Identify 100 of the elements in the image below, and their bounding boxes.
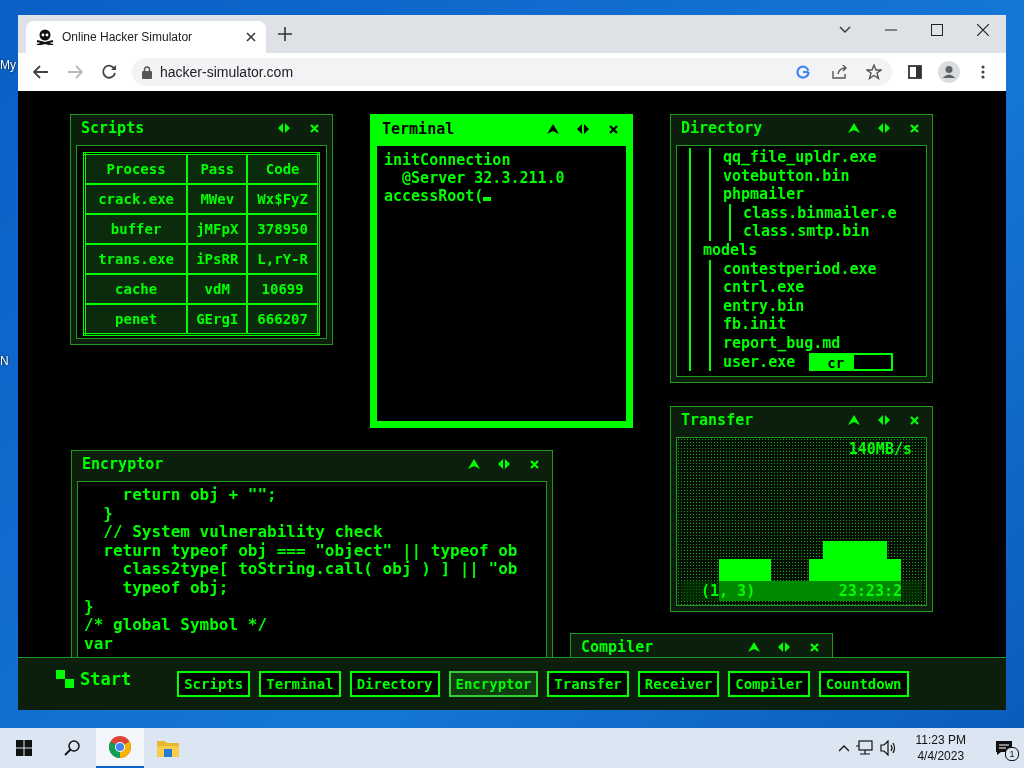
resize-icon[interactable] <box>878 123 890 133</box>
google-icon[interactable] <box>796 65 810 79</box>
window-title: Directory <box>681 119 764 137</box>
address-bar[interactable]: hacker-simulator.com <box>132 58 892 86</box>
collapse-icon[interactable] <box>468 459 480 469</box>
taskbar-button[interactable]: Scripts <box>177 671 251 697</box>
code-line: var <box>84 634 114 654</box>
resize-icon[interactable] <box>577 124 589 134</box>
close-icon[interactable] <box>608 124 618 134</box>
chevron-down-icon[interactable] <box>839 26 851 34</box>
code-line: } <box>84 597 95 617</box>
table-cell: jMFpX <box>187 214 248 244</box>
tree-item[interactable]: contestperiod.exe <box>723 259 877 279</box>
code-line: typeof obj; <box>121 578 230 598</box>
table-cell: GErgI <box>187 304 248 335</box>
table-cell: cache <box>84 274 188 304</box>
table-cell: 10699 <box>247 274 319 304</box>
profile-icon[interactable] <box>938 61 960 83</box>
tree-item[interactable]: class.smtp.bin <box>743 222 870 241</box>
column-header: Pass <box>187 153 248 184</box>
folder-icon[interactable] <box>157 739 179 757</box>
reload-icon[interactable] <box>101 64 117 80</box>
terminal-line: initConnection <box>384 151 512 169</box>
tree-item[interactable]: qq_file_upldr.exe <box>723 148 877 167</box>
table-cell: iPsRR <box>187 244 248 274</box>
coordinate-readout: (1, 3) <box>701 582 756 600</box>
clock-time[interactable]: 11:23 PM <box>915 732 966 748</box>
tree-item[interactable]: phpmailer <box>723 185 805 204</box>
collapse-icon[interactable] <box>848 123 860 133</box>
browser-tab[interactable]: Online Hacker Simulator <box>26 21 266 53</box>
tree-item[interactable]: cntrl.exe <box>723 278 805 297</box>
search-icon[interactable] <box>64 740 80 756</box>
speaker-icon[interactable] <box>879 740 898 756</box>
taskbar-button[interactable]: Compiler <box>728 671 810 697</box>
tree-item[interactable]: class.binmailer.e <box>743 203 897 223</box>
window-title: Encryptor <box>82 455 165 473</box>
desktop-icon-label[interactable]: My <box>0 58 16 72</box>
taskbar-button[interactable]: Directory <box>349 671 440 697</box>
taskbar-button[interactable]: Countdown <box>818 671 909 697</box>
menu-icon[interactable] <box>981 65 985 79</box>
window-title: Scripts <box>81 119 146 137</box>
resize-icon[interactable] <box>778 642 790 652</box>
close-icon[interactable] <box>977 24 989 36</box>
side-panel-icon[interactable] <box>908 65 922 79</box>
back-arrow-icon[interactable] <box>33 65 49 79</box>
windows-logo-icon[interactable] <box>16 740 32 756</box>
table-cell: vdM <box>187 274 248 304</box>
maximize-icon[interactable] <box>931 24 943 36</box>
checker-icon <box>56 670 74 688</box>
tree-item[interactable]: report_bug.md <box>723 333 841 353</box>
tree-item[interactable]: votebutton.bin <box>723 166 850 186</box>
column-header: Process <box>84 153 188 184</box>
time-readout: 23:23:2 <box>838 582 902 600</box>
tree-item[interactable]: user.exe <box>723 352 796 372</box>
close-icon[interactable] <box>246 32 256 42</box>
tree-item[interactable]: models <box>703 240 758 260</box>
taskbar-button[interactable]: Receiver <box>637 671 720 697</box>
window-title: Transfer <box>681 411 755 429</box>
clock-date[interactable]: 4/4/2023 <box>917 748 965 764</box>
notification-count: 1 <box>1005 747 1019 761</box>
code-line: return typeof obj === "object" || typeof ob <box>102 541 519 561</box>
taskbar-button[interactable]: Encryptor <box>448 671 539 697</box>
table-cell: penet <box>84 304 188 335</box>
table-cell: MWev <box>187 184 248 214</box>
skull-icon <box>36 29 54 45</box>
collapse-icon[interactable] <box>547 124 559 134</box>
code-line: // System vulnerability check <box>102 523 384 542</box>
column-header: Code <box>247 153 319 184</box>
network-icon[interactable] <box>855 740 874 756</box>
start-button[interactable]: Start <box>56 669 132 689</box>
taskbar-button[interactable]: Transfer <box>547 671 629 697</box>
progress-label: cr <box>827 353 845 373</box>
resize-icon[interactable] <box>878 415 890 425</box>
collapse-icon[interactable] <box>748 642 760 652</box>
window-title: Compiler <box>581 638 655 656</box>
code-line: } <box>102 504 114 524</box>
code-line: return obj + ""; <box>121 486 278 505</box>
table-cell: trans.exe <box>84 244 188 274</box>
collapse-icon[interactable] <box>848 415 860 425</box>
lock-icon <box>142 65 152 79</box>
terminal-line: accessRoot( <box>384 187 619 205</box>
resize-icon[interactable] <box>498 459 510 469</box>
tree-item[interactable]: fb.init <box>723 315 787 334</box>
chrome-icon[interactable] <box>108 735 132 759</box>
table-cell: Wx$FyZ <box>247 184 319 214</box>
table-cell: 666207 <box>247 304 319 335</box>
table-cell: L,rY-R <box>247 244 319 274</box>
code-line: class2type[ toString.call( obj ) ] || "ob <box>121 560 519 579</box>
transfer-rate: 140MB/s <box>848 440 912 458</box>
window-title: Terminal <box>382 120 456 138</box>
taskbar-button[interactable]: Terminal <box>259 671 341 697</box>
chevron-up-icon[interactable] <box>837 744 850 752</box>
code-line: /* global Symbol */ <box>84 616 269 635</box>
new-tab-icon[interactable] <box>278 27 292 41</box>
share-icon[interactable] <box>832 65 848 79</box>
tree-item[interactable]: entry.bin <box>723 296 805 316</box>
terminal-line: @Server 32.3.211.0 <box>401 169 566 187</box>
desktop-icon-label[interactable]: N <box>0 354 9 368</box>
resize-icon[interactable] <box>278 123 290 133</box>
star-icon[interactable] <box>866 64 882 80</box>
